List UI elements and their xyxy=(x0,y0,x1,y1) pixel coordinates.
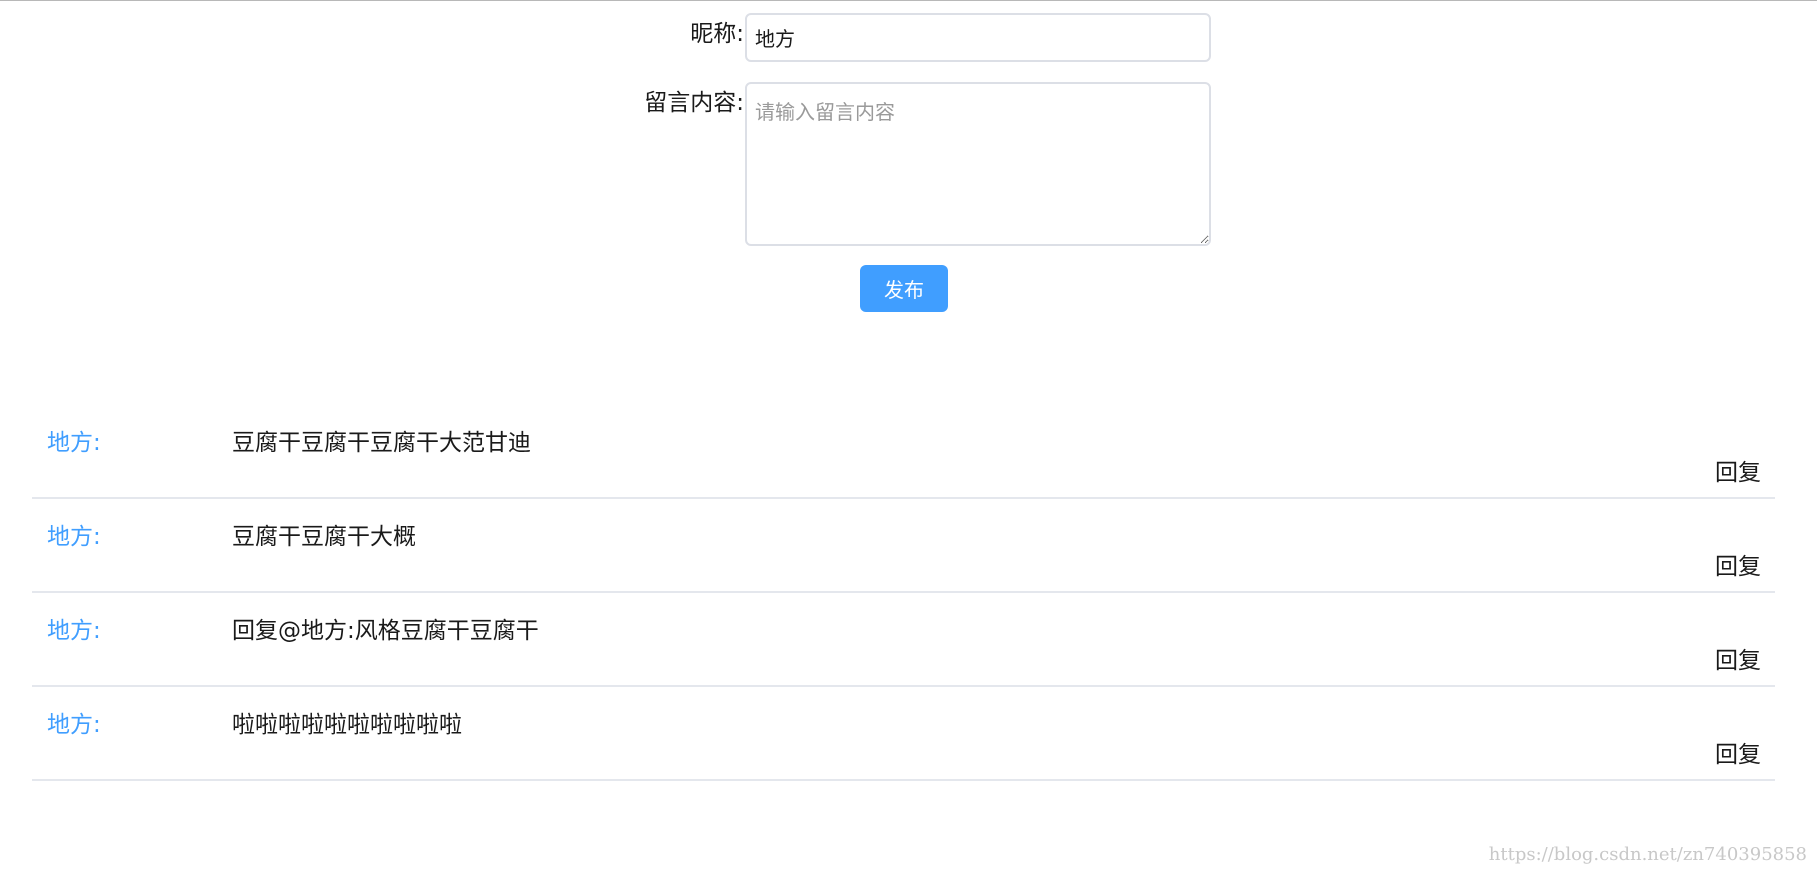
comment-author: 地方: xyxy=(47,430,101,456)
comment-author: 地方: xyxy=(47,712,101,738)
nickname-input[interactable] xyxy=(745,13,1211,62)
reply-link[interactable]: 回复 xyxy=(1715,547,1761,581)
comment-text: 豆腐干豆腐干豆腐干大范甘迪 xyxy=(232,430,531,456)
content-textarea[interactable] xyxy=(745,82,1211,246)
top-border xyxy=(0,0,1817,1)
comment-row: 地方: 豆腐干豆腐干豆腐干大范甘迪 回复 xyxy=(32,405,1775,499)
content-label: 留言内容: xyxy=(644,90,744,116)
reply-link[interactable]: 回复 xyxy=(1715,453,1761,487)
comment-author: 地方: xyxy=(47,524,101,550)
comment-text: 啦啦啦啦啦啦啦啦啦啦 xyxy=(232,712,462,738)
comment-list: 地方: 豆腐干豆腐干豆腐干大范甘迪 回复 地方: 豆腐干豆腐干大概 回复 地方:… xyxy=(32,405,1775,781)
comment-author: 地方: xyxy=(47,618,101,644)
watermark: https://blog.csdn.net/zn740395858 xyxy=(1488,844,1807,865)
comment-text: 回复@地方:风格豆腐干豆腐干 xyxy=(232,618,539,644)
publish-button[interactable]: 发布 xyxy=(860,265,948,312)
comment-row: 地方: 啦啦啦啦啦啦啦啦啦啦 回复 xyxy=(32,687,1775,781)
comment-row: 地方: 豆腐干豆腐干大概 回复 xyxy=(32,499,1775,593)
comment-row: 地方: 回复@地方:风格豆腐干豆腐干 回复 xyxy=(32,593,1775,687)
comment-text: 豆腐干豆腐干大概 xyxy=(232,524,416,550)
reply-link[interactable]: 回复 xyxy=(1715,641,1761,675)
reply-link[interactable]: 回复 xyxy=(1715,735,1761,769)
nickname-label: 昵称: xyxy=(690,21,744,47)
